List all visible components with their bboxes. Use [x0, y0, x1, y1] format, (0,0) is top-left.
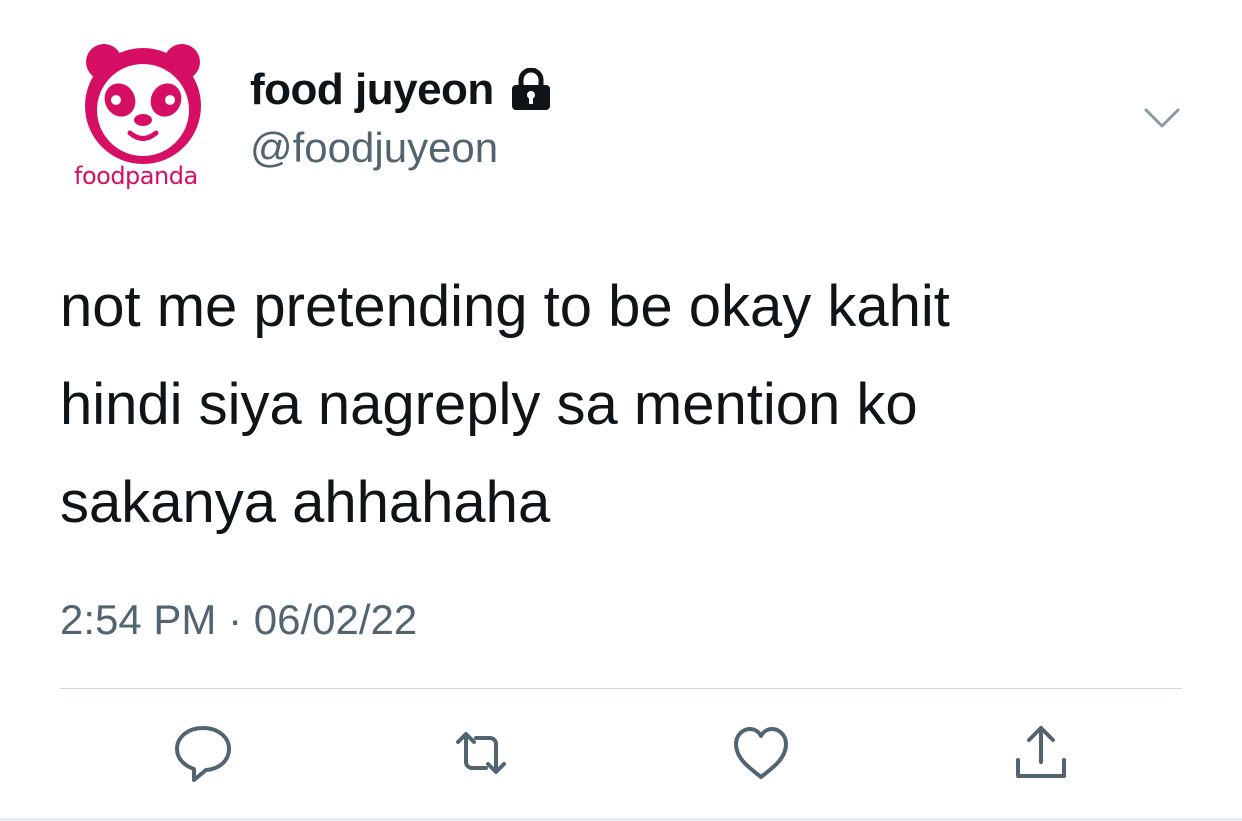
retweet-button[interactable] [448, 720, 514, 786]
divider [60, 688, 1182, 689]
share-icon [1016, 726, 1066, 778]
lock-icon [508, 67, 554, 112]
tweet-timestamp[interactable]: 2:54 PM · 06/02/22 [60, 596, 417, 644]
tweet-text: not me pretending to be okay kahit hindi… [60, 258, 1180, 552]
heart-icon [734, 727, 788, 779]
tweet-text-line: sakanya ahhahaha [60, 470, 551, 535]
speech-bubble-icon [175, 726, 231, 782]
tweet-text-line: hindi siya nagreply sa mention ko [60, 372, 918, 437]
share-button[interactable] [1008, 720, 1074, 786]
display-name[interactable]: food juyeon [250, 65, 494, 115]
avatar[interactable]: foodpanda [60, 38, 232, 204]
avatar-brand-text: foodpanda [74, 162, 198, 190]
tweet-text-line: not me pretending to be okay kahit [60, 274, 950, 339]
user-name-row: food juyeon [250, 62, 554, 118]
retweet-icon [456, 732, 506, 774]
like-button[interactable] [728, 720, 794, 786]
chevron-down-icon[interactable] [1140, 102, 1184, 136]
action-bar [0, 720, 1242, 790]
reply-button[interactable] [170, 720, 236, 786]
user-handle[interactable]: @foodjuyeon [250, 124, 498, 172]
